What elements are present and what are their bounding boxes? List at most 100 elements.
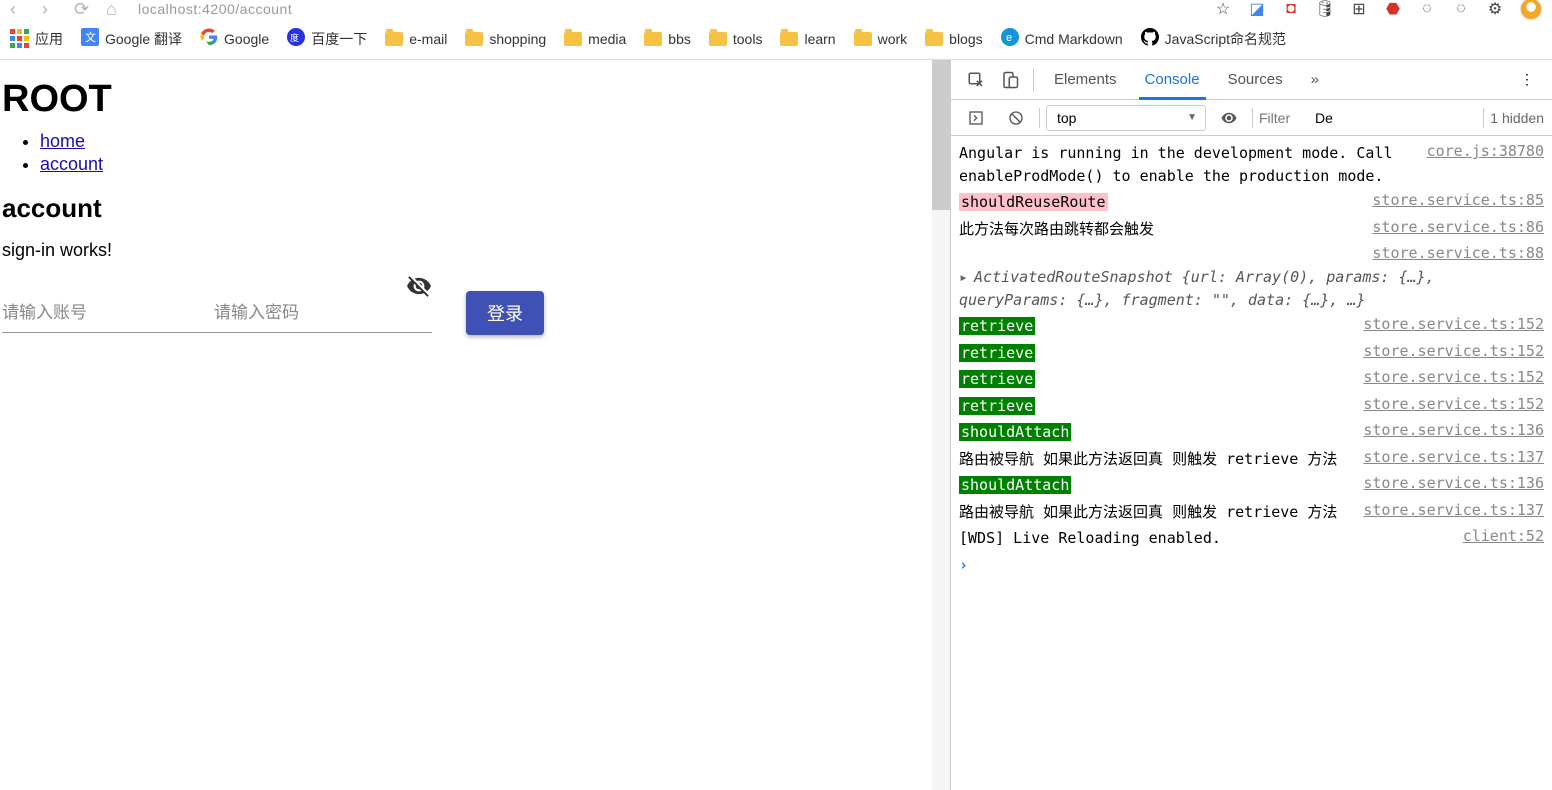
console-row[interactable]: retrievestore.service.ts:152 bbox=[959, 393, 1544, 420]
ext-icon-3[interactable]: 🛢 bbox=[1316, 0, 1334, 18]
clear-console-icon[interactable] bbox=[1005, 107, 1027, 129]
bookmark-item[interactable]: 文Google 翻译 bbox=[81, 28, 182, 49]
device-toggle-icon[interactable] bbox=[999, 69, 1021, 91]
ext-icon-6[interactable]: ◌ bbox=[1452, 0, 1470, 18]
hidden-count[interactable]: 1 hidden bbox=[1490, 110, 1544, 126]
page-title: ROOT bbox=[2, 78, 932, 121]
levels-label[interactable]: De bbox=[1315, 110, 1333, 126]
console-sidebar-icon[interactable] bbox=[965, 107, 987, 129]
console-log[interactable]: Angular is running in the development mo… bbox=[951, 136, 1552, 790]
bookmark-item[interactable]: Google bbox=[200, 28, 269, 49]
log-source[interactable]: store.service.ts:137 bbox=[1353, 448, 1544, 471]
baidu-icon: 度 bbox=[287, 28, 305, 49]
bookmark-item[interactable]: shopping bbox=[465, 31, 546, 47]
bookmark-item[interactable]: learn bbox=[780, 31, 835, 47]
section-title: account bbox=[2, 193, 932, 224]
reload-icon[interactable]: ⟳ bbox=[74, 0, 92, 20]
filter-input[interactable] bbox=[1259, 110, 1309, 126]
console-row[interactable]: shouldAttach store.service.ts:136 bbox=[959, 472, 1544, 499]
ext-icon-5[interactable]: ◌ bbox=[1418, 0, 1436, 18]
log-source[interactable]: store.service.ts:136 bbox=[1353, 421, 1544, 444]
svg-text:e: e bbox=[1006, 32, 1012, 44]
folder-icon bbox=[644, 32, 662, 46]
visibility-off-icon[interactable] bbox=[406, 273, 432, 299]
bookmark-item[interactable]: media bbox=[564, 31, 626, 47]
log-source[interactable]: client:52 bbox=[1453, 527, 1544, 550]
folder-icon bbox=[709, 32, 727, 46]
console-row[interactable]: [WDS] Live Reloading enabled.client:52 bbox=[959, 525, 1544, 552]
bookmark-item[interactable]: tools bbox=[709, 31, 763, 47]
ext-icon-4[interactable]: ⊞ bbox=[1350, 0, 1368, 18]
console-row[interactable]: 路由被导航 如果此方法返回真 则触发 retrieve 方法store.serv… bbox=[959, 446, 1544, 473]
back-icon[interactable]: ‹ bbox=[10, 0, 28, 20]
bookmark-item[interactable]: bbs bbox=[644, 31, 691, 47]
tab-console[interactable]: Console bbox=[1131, 60, 1214, 99]
bookmark-item[interactable]: eCmd Markdown bbox=[1001, 28, 1123, 49]
nav-link[interactable]: account bbox=[40, 154, 103, 174]
github-icon bbox=[1141, 28, 1159, 49]
folder-icon bbox=[385, 32, 403, 46]
console-row[interactable]: 路由被导航 如果此方法返回真 则触发 retrieve 方法store.serv… bbox=[959, 499, 1544, 526]
settings-icon[interactable]: ⋮ bbox=[1516, 69, 1538, 91]
bookmark-label: shopping bbox=[489, 31, 546, 47]
bookmark-item[interactable]: 应用 bbox=[10, 29, 63, 49]
log-message: retrieve bbox=[959, 344, 1035, 362]
folder-icon bbox=[780, 32, 798, 46]
ext-icon-1[interactable]: ◪ bbox=[1248, 0, 1266, 18]
console-row[interactable]: shouldAttach store.service.ts:136 bbox=[959, 419, 1544, 446]
ext-icon-adblock[interactable]: ⬣ bbox=[1384, 0, 1402, 18]
star-icon[interactable]: ☆ bbox=[1214, 0, 1232, 18]
bookmark-item[interactable]: e-mail bbox=[385, 31, 447, 47]
console-row[interactable]: 此方法每次路由跳转都会触发store.service.ts:86 bbox=[959, 216, 1544, 243]
home-icon[interactable]: ⌂ bbox=[106, 0, 124, 20]
bookmark-item[interactable]: blogs bbox=[925, 31, 982, 47]
log-source[interactable]: store.service.ts:152 bbox=[1353, 395, 1544, 418]
log-message: retrieve bbox=[959, 317, 1035, 335]
log-source[interactable]: store.service.ts:152 bbox=[1353, 315, 1544, 338]
ext-icon-7[interactable]: ⚙ bbox=[1486, 0, 1504, 18]
login-button[interactable]: 登录 bbox=[466, 291, 544, 335]
log-message: shouldAttach bbox=[959, 476, 1071, 494]
console-row[interactable]: retrieve store.service.ts:152 bbox=[959, 366, 1544, 393]
console-row[interactable]: retrieve store.service.ts:152 bbox=[959, 340, 1544, 367]
console-row[interactable]: Angular is running in the development mo… bbox=[959, 140, 1544, 189]
console-row[interactable]: retrieve store.service.ts:152 bbox=[959, 313, 1544, 340]
tab-more[interactable]: » bbox=[1297, 60, 1333, 99]
log-message: retrieve bbox=[959, 370, 1035, 388]
log-source[interactable]: store.service.ts:152 bbox=[1353, 368, 1544, 391]
log-source[interactable]: store.service.ts:137 bbox=[1353, 501, 1544, 524]
bookmark-item[interactable]: JavaScript命名规范 bbox=[1141, 28, 1286, 49]
inspect-icon[interactable] bbox=[965, 69, 987, 91]
context-select[interactable]: top bbox=[1046, 105, 1206, 131]
bookmark-label: media bbox=[588, 31, 626, 47]
console-toolbar: top De 1 hidden bbox=[951, 100, 1552, 136]
expand-icon[interactable]: ▸ bbox=[959, 268, 968, 286]
nav-list: home account bbox=[40, 131, 932, 175]
log-source[interactable]: core.js:38780 bbox=[1417, 142, 1544, 187]
page-scrollbar[interactable] bbox=[932, 60, 950, 790]
tab-elements[interactable]: Elements bbox=[1040, 60, 1131, 99]
svg-text:文: 文 bbox=[85, 30, 96, 44]
log-message: shouldAttach bbox=[959, 423, 1071, 441]
log-source[interactable]: store.service.ts:88 bbox=[1362, 244, 1544, 262]
profile-avatar[interactable] bbox=[1520, 0, 1542, 20]
ext-icon-2[interactable]: ◘ bbox=[1282, 0, 1300, 18]
log-source[interactable]: store.service.ts:86 bbox=[1362, 218, 1544, 241]
bookmark-item[interactable]: 度百度一下 bbox=[287, 28, 367, 49]
bookmark-item[interactable]: work bbox=[854, 31, 908, 47]
console-row[interactable]: shouldReuseRoutestore.service.ts:85 bbox=[959, 189, 1544, 216]
log-source[interactable]: store.service.ts:136 bbox=[1353, 474, 1544, 497]
forward-icon[interactable]: › bbox=[42, 0, 60, 20]
nav-link[interactable]: home bbox=[40, 131, 85, 151]
console-prompt[interactable]: › bbox=[959, 556, 1544, 574]
username-input[interactable] bbox=[2, 293, 220, 333]
log-source[interactable]: store.service.ts:152 bbox=[1353, 342, 1544, 365]
password-input[interactable] bbox=[214, 293, 432, 333]
nav-item: account bbox=[40, 154, 932, 175]
tab-sources[interactable]: Sources bbox=[1214, 60, 1297, 99]
url-display[interactable]: localhost:4200/account bbox=[138, 1, 292, 17]
console-row[interactable]: ▸ActivatedRouteSnapshot {url: Array(0), … bbox=[959, 264, 1544, 313]
console-row[interactable]: store.service.ts:88 bbox=[959, 242, 1544, 264]
log-source[interactable]: store.service.ts:85 bbox=[1362, 191, 1544, 214]
live-expression-icon[interactable] bbox=[1218, 107, 1240, 129]
